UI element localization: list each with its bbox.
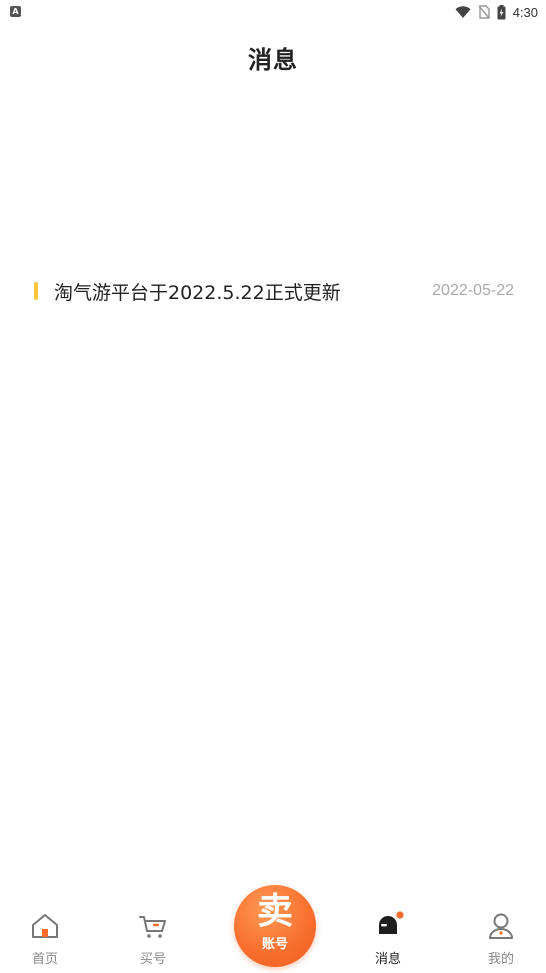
tab-messages[interactable]: 消息 bbox=[348, 900, 428, 973]
cart-icon bbox=[139, 916, 166, 938]
wifi-icon bbox=[455, 5, 471, 18]
tab-buy[interactable]: 买号 bbox=[113, 900, 193, 973]
no-sim-icon bbox=[478, 5, 490, 19]
status-bar: A 4:30 bbox=[0, 0, 546, 24]
message-date: 2022-05-22 bbox=[432, 282, 514, 299]
unread-badge bbox=[396, 911, 404, 919]
message-bell-icon bbox=[379, 911, 404, 934]
message-accent-bar bbox=[34, 282, 38, 300]
tab-label: 首页 bbox=[31, 952, 58, 967]
tab-label: 消息 bbox=[374, 952, 401, 967]
tab-label: 买号 bbox=[139, 952, 166, 967]
tab-home[interactable]: 首页 bbox=[5, 900, 85, 973]
message-title: 淘气游平台于2022.5.22正式更新 bbox=[54, 282, 341, 304]
sell-button-sub-label: 账号 bbox=[261, 937, 288, 952]
sell-button-main-label: 卖 bbox=[256, 890, 293, 932]
tab-mine[interactable]: 我的 bbox=[461, 900, 541, 973]
status-time: 4:30 bbox=[512, 4, 538, 20]
message-list-item[interactable]: 淘气游平台于2022.5.22正式更新 2022-05-22 bbox=[34, 276, 514, 310]
app-notification-icon: A bbox=[10, 6, 21, 17]
battery-charging-icon bbox=[497, 4, 506, 19]
sell-account-button[interactable]: 卖 账号 bbox=[234, 885, 316, 967]
user-icon bbox=[489, 913, 513, 939]
tab-label: 我的 bbox=[487, 952, 514, 967]
page-title: 消息 bbox=[248, 46, 298, 74]
status-icons: 4:30 bbox=[455, 3, 538, 21]
home-icon bbox=[32, 914, 58, 938]
